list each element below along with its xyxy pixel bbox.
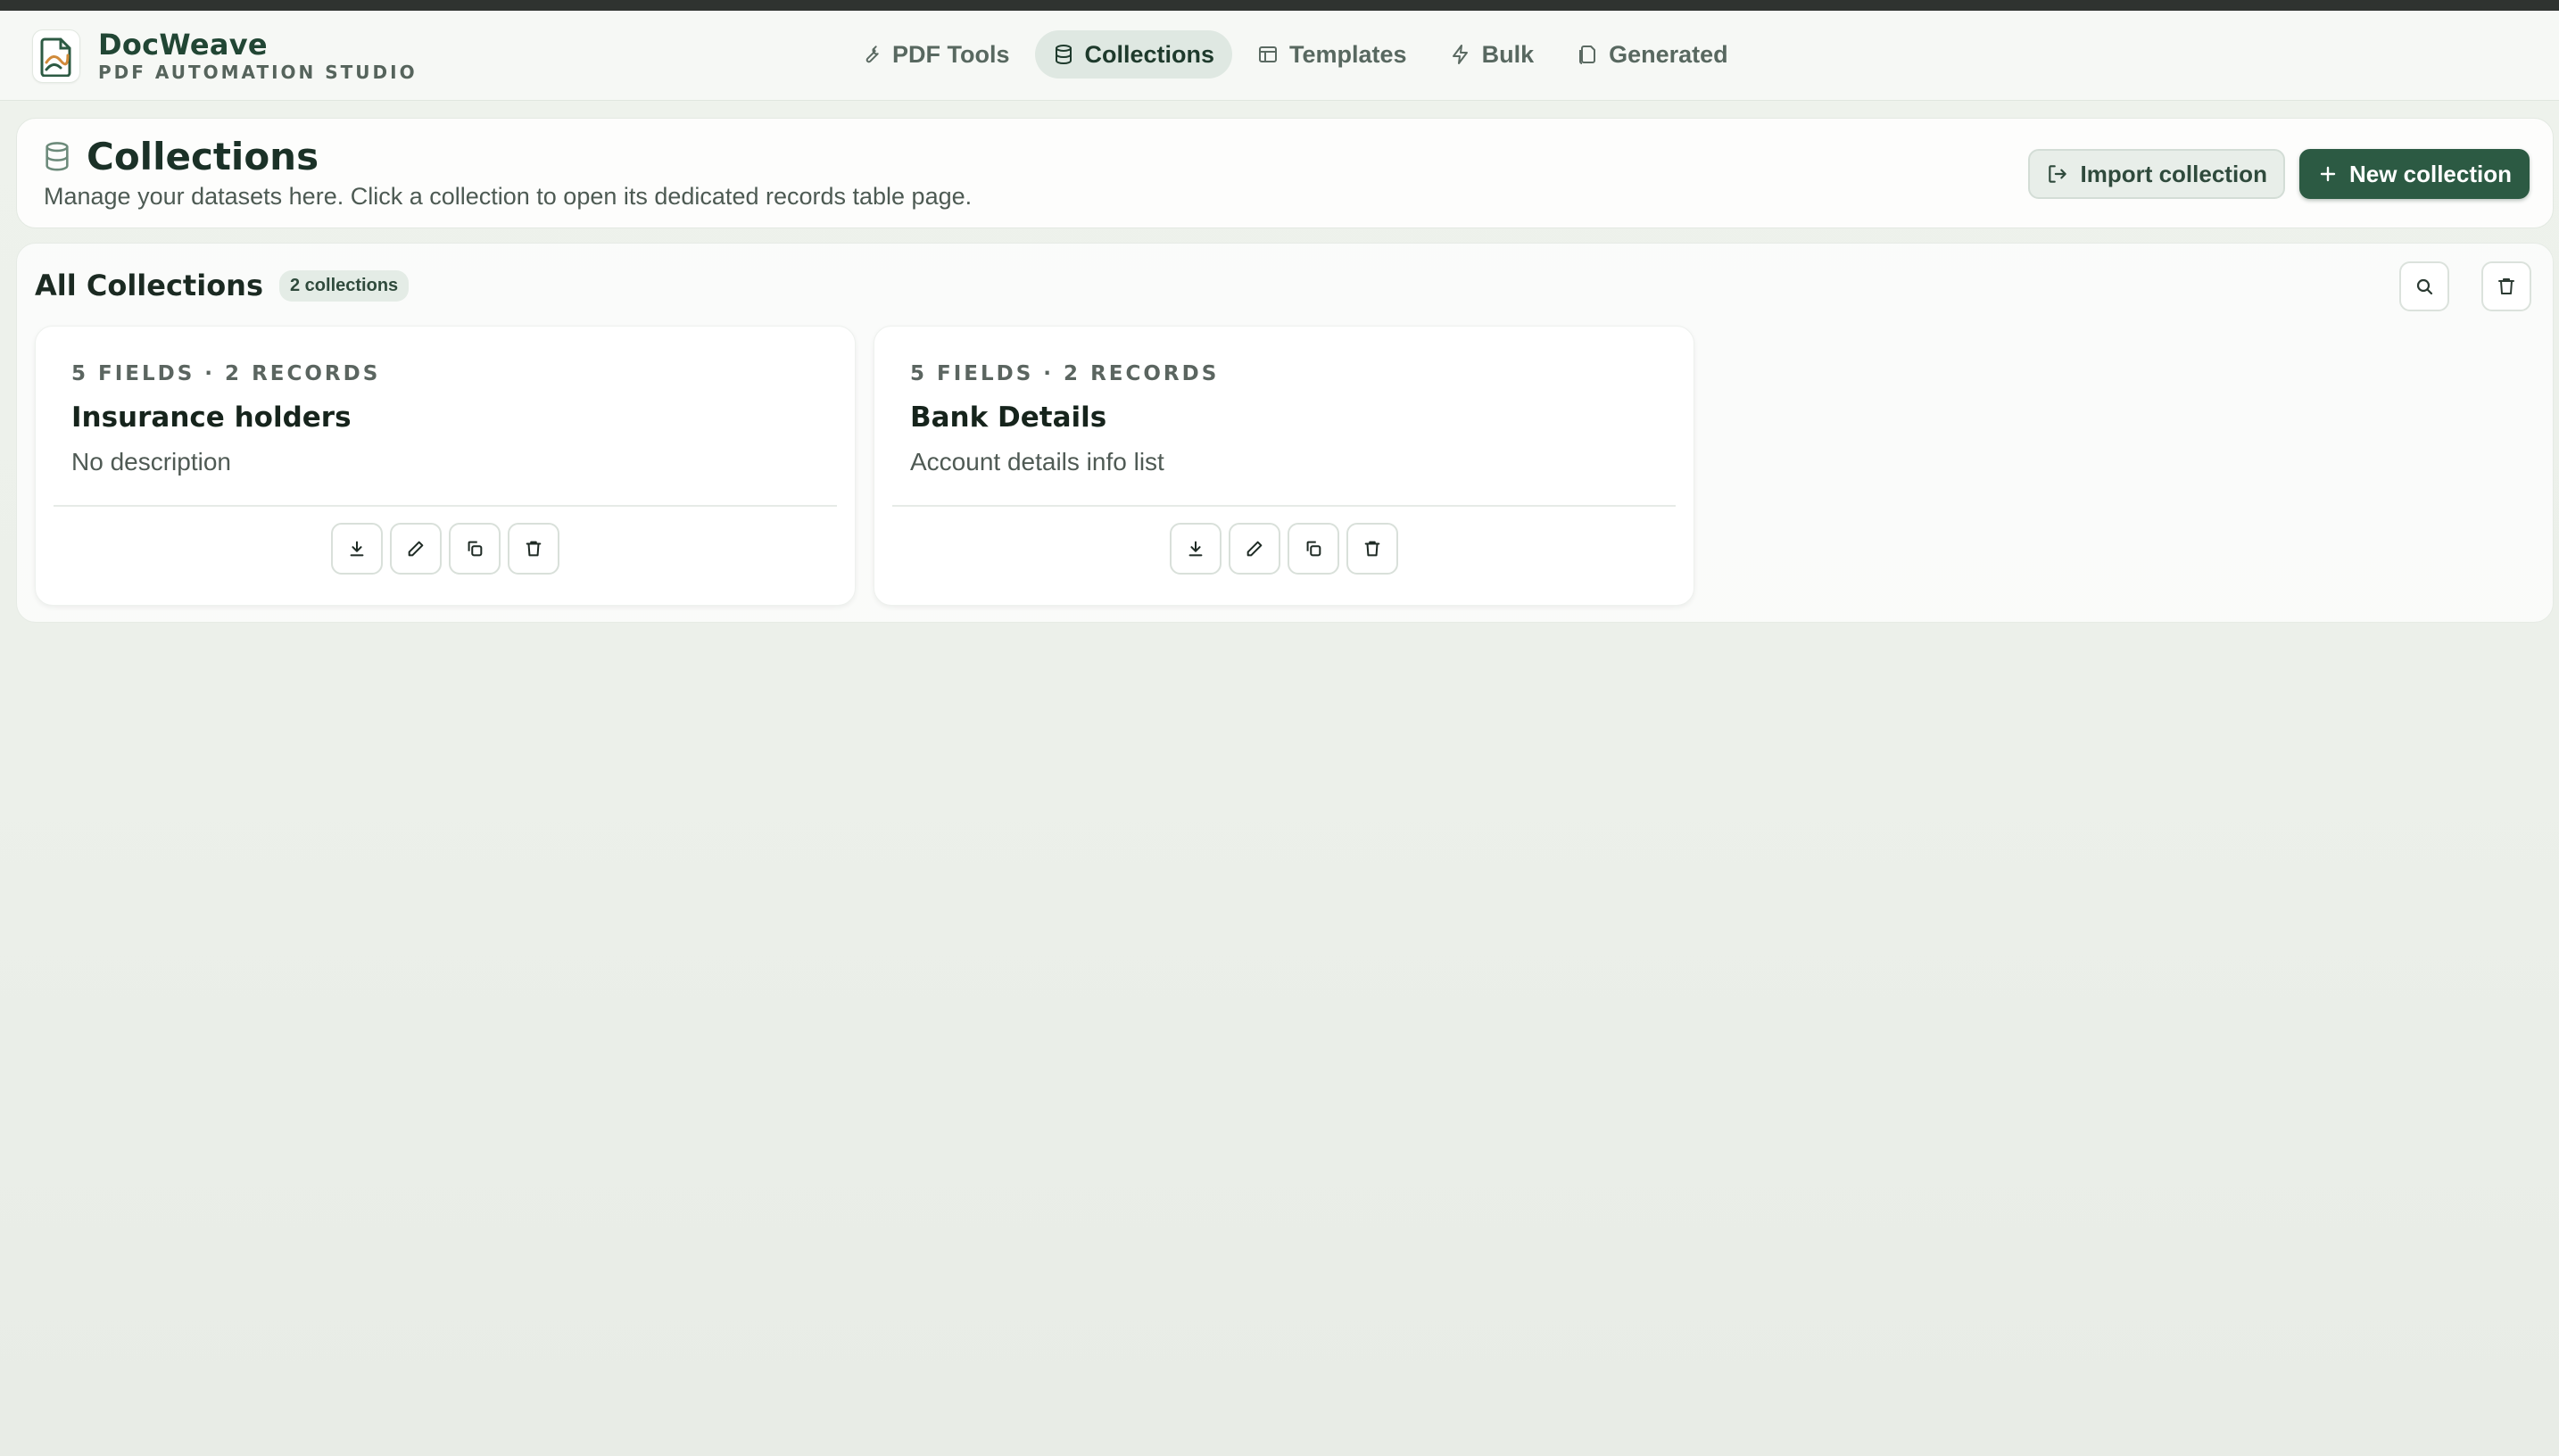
collection-name: Bank Details [910,401,1107,434]
collection-card-insurance-holders[interactable]: 5 FIELDS · 2 RECORDS Insurance holders N… [35,326,856,606]
nav-item-templates[interactable]: Templates [1239,30,1425,79]
export-button[interactable] [1170,523,1222,575]
nav-label: Generated [1609,40,1728,68]
page-title: Collections [87,135,319,178]
nav-label: PDF Tools [892,40,1010,68]
brand[interactable]: DocWeave PDF AUTOMATION STUDIO [32,29,418,84]
page-description: Manage your datasets here. Click a colle… [44,183,973,210]
trash-icon [526,541,542,557]
pencil-icon [408,541,424,557]
nav-item-collections[interactable]: Collections [1034,30,1233,79]
panel-title: All Collections [35,269,263,302]
layout-icon [1259,46,1278,62]
nav-label: Templates [1289,40,1407,68]
collection-meta: 5 FIELDS · 2 RECORDS [71,362,381,385]
collection-description: No description [71,448,231,476]
edit-button[interactable] [1229,523,1280,575]
pencil-icon [1246,541,1263,557]
copy-icon [468,541,483,557]
delete-button[interactable] [1346,523,1398,575]
delete-button[interactable] [508,523,559,575]
nav-item-pdf-tools[interactable]: PDF Tools [842,30,1028,79]
collection-name: Insurance holders [71,401,352,434]
wrench-icon [865,46,879,63]
collection-card-bank-details[interactable]: 5 FIELDS · 2 RECORDS Bank Details Accoun… [874,326,1694,606]
edit-button[interactable] [390,523,442,575]
docweave-logo-icon [32,29,80,83]
delete-all-button[interactable] [2481,261,2531,311]
import-collection-button[interactable]: Import collection [2028,149,2285,199]
new-collection-label: New collection [2348,160,2512,187]
main-nav: PDF Tools Collections Templates Bulk Gen… [842,30,1753,79]
collection-meta: 5 FIELDS · 2 RECORDS [910,362,1220,385]
import-icon [2049,165,2067,183]
card-divider [54,505,837,507]
trash-icon [1364,541,1380,557]
app-name: DocWeave [98,28,268,62]
nav-label: Collections [1084,40,1215,68]
new-collection-button[interactable]: New collection [2298,149,2530,199]
all-collections-panel: All Collections 2 collections 5 FIELDS ·… [16,243,2554,623]
page-header-card: Collections Manage your datasets here. C… [16,118,2554,228]
files-icon [1579,46,1596,64]
collection-description: Account details info list [910,448,1164,476]
bolt-icon [1452,45,1468,64]
database-icon [46,141,69,170]
collection-count-badge: 2 collections [279,269,410,302]
nav-label: Bulk [1481,40,1535,68]
duplicate-button[interactable] [449,523,501,575]
app-tagline: PDF AUTOMATION STUDIO [98,62,418,83]
duplicate-button[interactable] [1288,523,1339,575]
nav-item-bulk[interactable]: Bulk [1432,30,1553,79]
search-icon [2416,278,2433,295]
database-icon [1055,45,1072,65]
download-icon [350,541,364,557]
window-top-strip [0,0,2559,11]
card-divider [892,505,1676,507]
import-collection-label: Import collection [2080,160,2267,187]
search-button[interactable] [2399,261,2449,311]
download-icon [1188,541,1203,557]
nav-item-generated[interactable]: Generated [1559,30,1746,79]
trash-icon [2498,278,2514,294]
app-header: DocWeave PDF AUTOMATION STUDIO PDF Tools… [0,11,2559,101]
plus-icon [2320,166,2336,182]
export-button[interactable] [331,523,383,575]
copy-icon [1306,541,1321,557]
